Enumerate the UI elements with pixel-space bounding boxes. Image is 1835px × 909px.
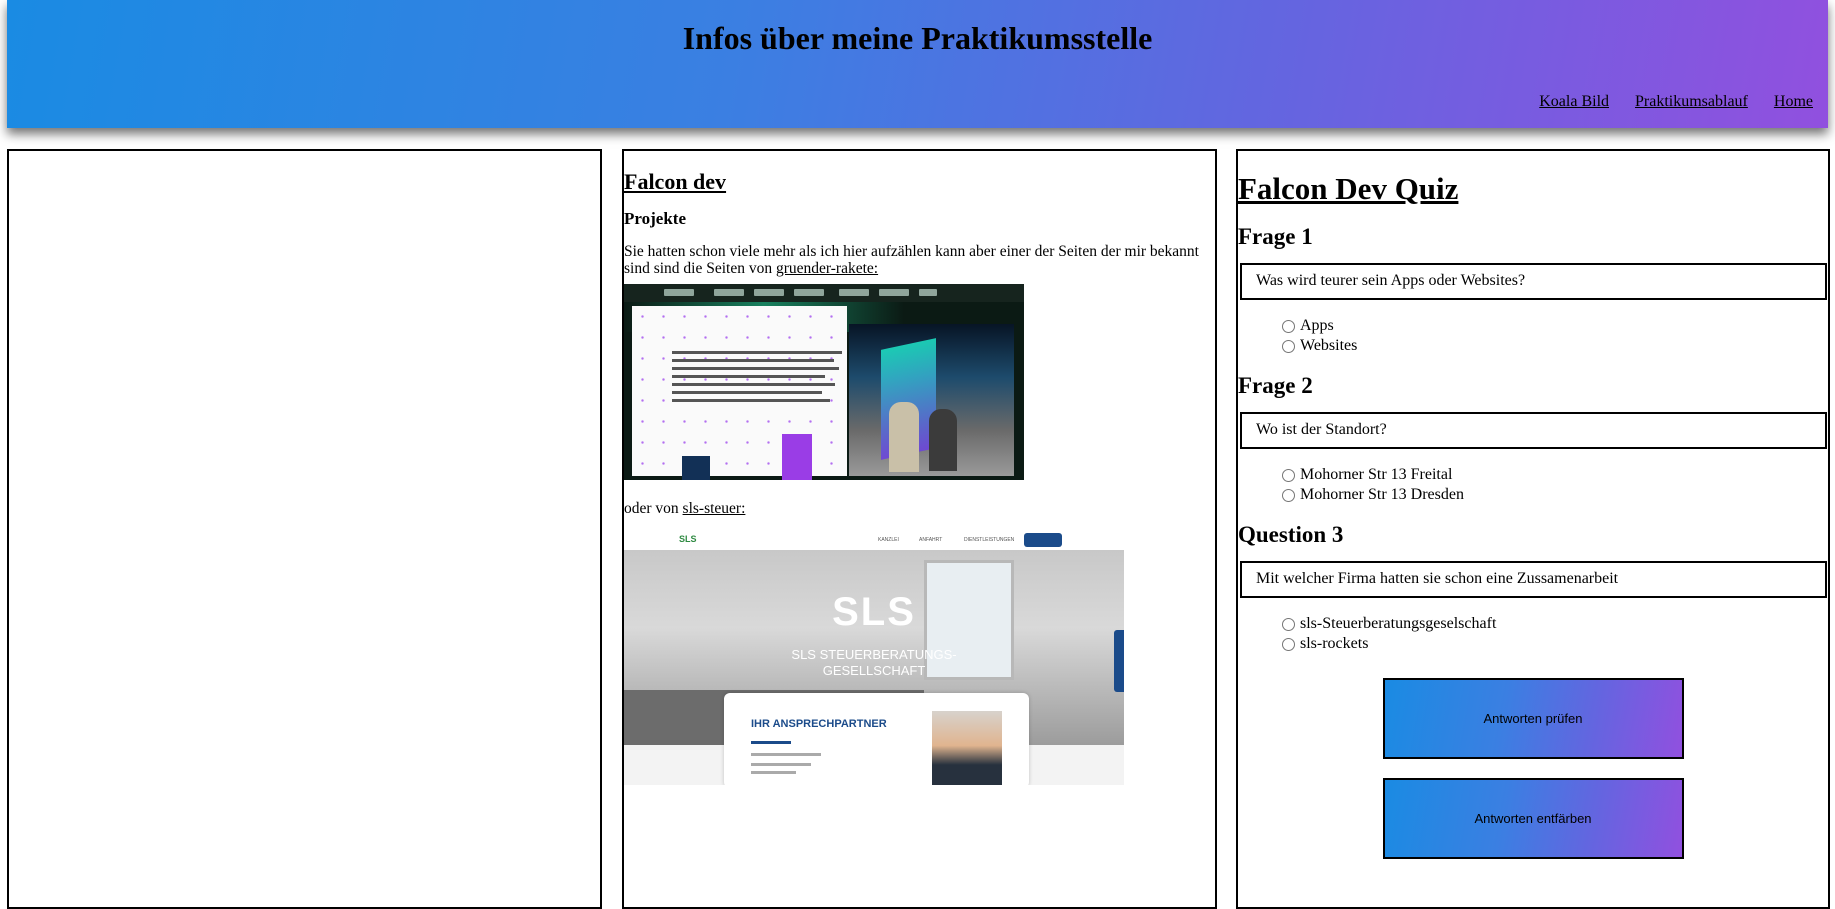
menu-item: DIENSTLEISTUNGEN <box>964 537 1015 543</box>
card-line <box>751 763 811 766</box>
main-nav: Koala Bild Praktikumsablauf Home <box>1517 93 1813 111</box>
menu-item: KANZLEI <box>878 537 899 543</box>
page-title: Infos über meine Praktikumsstelle <box>682 20 1153 56</box>
answer-option[interactable]: sls-Steuerberatungsgeselschaft <box>1282 614 1828 634</box>
option-label: Websites <box>1300 337 1358 354</box>
answer-options: sls-Steuerberatungsgeselschaft sls-rocke… <box>1238 614 1828 654</box>
radio-button[interactable] <box>1282 339 1295 353</box>
middle-column: Falcon dev Projekte Sie hatten schon vie… <box>622 149 1217 909</box>
question-text: Was wird teurer sein Apps oder Websites? <box>1240 263 1827 300</box>
radio-button[interactable] <box>1282 637 1295 651</box>
sls-logo-small: SLS <box>679 534 697 544</box>
menu-bar <box>794 289 824 296</box>
card-title: IHR ANSPRECHPARTNER <box>751 718 887 730</box>
nav-link-home[interactable]: Home <box>1774 93 1813 110</box>
card-line <box>751 753 821 756</box>
radio-button[interactable] <box>1282 488 1295 502</box>
sls-logo-large: SLS <box>832 590 916 634</box>
question-label: Frage 1 <box>1238 224 1313 249</box>
sls-steuer-screenshot: SLS KANZLEI ANFAHRT DIENSTLEISTUNGEN SLS… <box>624 530 1124 785</box>
check-answers-button[interactable]: Antworten prüfen <box>1382 678 1684 759</box>
gruender-rakete-screenshot <box>624 284 1024 480</box>
right-column: Falcon Dev Quiz Frage 1 Was wird teurer … <box>1236 149 1830 909</box>
second-site-line: oder von sls-steuer: <box>624 500 1215 517</box>
menu-bar <box>919 289 937 296</box>
card-line <box>751 741 791 744</box>
person-figure <box>929 409 957 471</box>
menu-bar <box>879 289 909 296</box>
radio-button[interactable] <box>1282 468 1295 482</box>
projects-heading: Projekte <box>624 209 686 228</box>
question-text: Mit welcher Firma hatten sie schon eine … <box>1240 561 1827 598</box>
question-text: Wo ist der Standort? <box>1240 412 1827 449</box>
left-column <box>7 149 602 909</box>
answer-option[interactable]: Websites <box>1282 336 1828 356</box>
reset-answers-button[interactable]: Antworten entfärben <box>1382 778 1684 859</box>
dotted-grid <box>632 306 847 480</box>
screenshot-navbar: SLS KANZLEI ANFAHRT DIENSTLEISTUNGEN <box>624 530 1124 550</box>
between-text: oder von <box>624 500 683 517</box>
side-contact-buttons <box>1114 630 1124 692</box>
kontakt-button <box>1024 533 1062 547</box>
gruender-rakete-link[interactable]: gruender-rakete: <box>776 260 878 277</box>
answer-option[interactable]: Apps <box>1282 316 1828 336</box>
contact-card: IHR ANSPRECHPARTNER <box>724 693 1029 785</box>
question-label: Frage 2 <box>1238 373 1313 398</box>
radio-button[interactable] <box>1282 319 1295 333</box>
astronauts-photo <box>849 324 1014 476</box>
option-label: sls-rockets <box>1300 635 1369 652</box>
intro-text: Sie hatten schon viele mehr als ich hier… <box>624 243 1199 277</box>
answer-option[interactable]: sls-rockets <box>1282 634 1828 654</box>
option-label: Mohorner Str 13 Freital <box>1300 466 1453 483</box>
radio-button[interactable] <box>1282 617 1295 631</box>
menu-item: ANFAHRT <box>919 537 943 543</box>
portrait-photo <box>932 711 1002 785</box>
menu-bar <box>754 289 784 296</box>
answer-options: Apps Websites <box>1238 316 1828 356</box>
projects-intro: Sie hatten schon viele mehr als ich hier… <box>624 243 1215 277</box>
answer-options: Mohorner Str 13 Freital Mohorner Str 13 … <box>1238 465 1828 505</box>
question-label: Question 3 <box>1238 522 1344 547</box>
menu-bar <box>714 289 744 296</box>
option-label: Apps <box>1300 317 1334 334</box>
hero-line: SLS STEUERBERATUNGS- <box>791 647 957 662</box>
screenshot-topbar <box>624 284 1024 302</box>
answer-option[interactable]: Mohorner Str 13 Freital <box>1282 465 1828 485</box>
answer-option[interactable]: Mohorner Str 13 Dresden <box>1282 485 1828 505</box>
sls-steuer-link[interactable]: sls-steuer: <box>683 500 746 517</box>
person-figure <box>889 402 919 472</box>
iso-block <box>782 434 812 480</box>
nav-link-koala-bild[interactable]: Koala Bild <box>1539 93 1609 110</box>
option-label: sls-Steuerberatungsgeselschaft <box>1300 615 1497 632</box>
iso-block <box>682 456 710 480</box>
text-block <box>672 351 842 407</box>
hero-line: GESELLSCHAFT <box>822 663 926 678</box>
menu-bar <box>839 289 869 296</box>
company-heading: Falcon dev <box>624 169 727 194</box>
menu-bar <box>664 289 694 296</box>
site-header: Infos über meine Praktikumsstelle Koala … <box>7 0 1828 128</box>
quiz-title: Falcon Dev Quiz <box>1238 171 1459 206</box>
nav-link-praktikumsablauf[interactable]: Praktikumsablauf <box>1635 93 1748 110</box>
option-label: Mohorner Str 13 Dresden <box>1300 486 1464 503</box>
card-line <box>751 771 796 774</box>
